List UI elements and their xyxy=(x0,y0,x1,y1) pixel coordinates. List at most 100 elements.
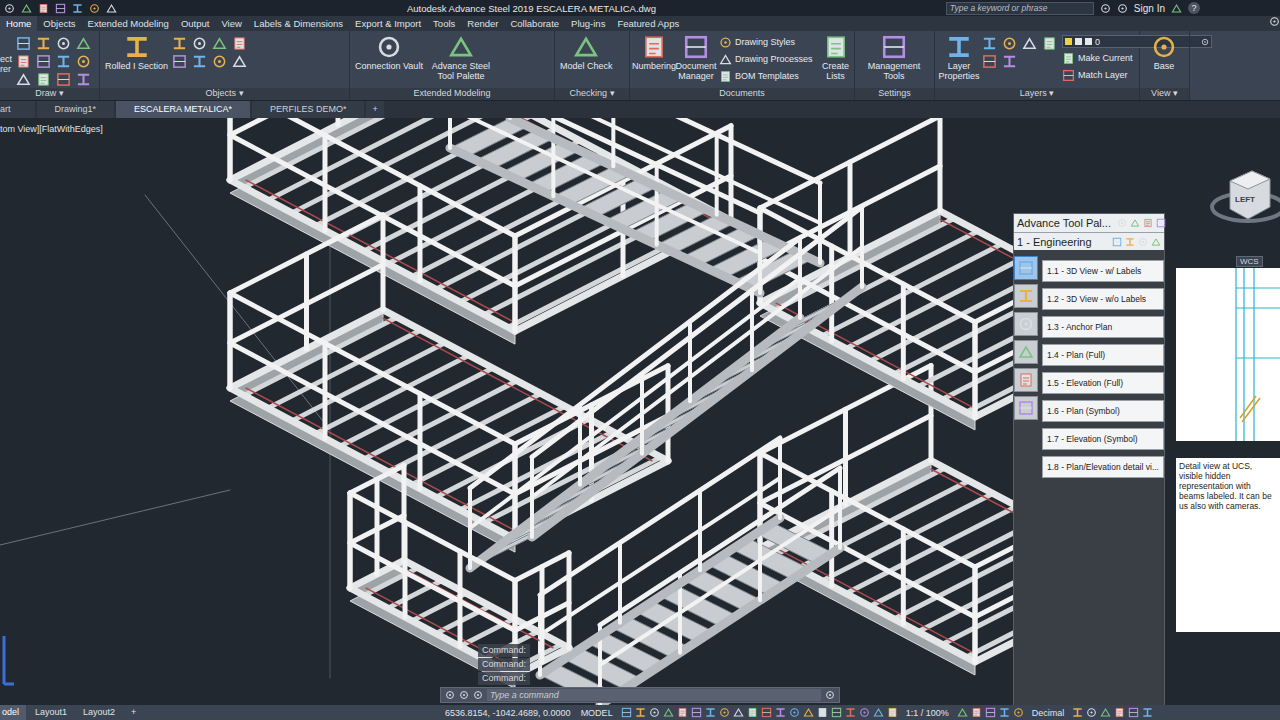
status-toggle-icon[interactable] xyxy=(887,707,898,718)
tool-icon[interactable] xyxy=(719,53,732,66)
status-toggle-icon[interactable] xyxy=(789,707,800,718)
status-toggle-icon[interactable] xyxy=(831,707,842,718)
search-field[interactable] xyxy=(946,2,1094,15)
quick-access-icon[interactable] xyxy=(106,3,117,14)
model-space-toggle[interactable]: MODEL xyxy=(576,708,618,718)
document-tab-label[interactable]: Drawing1* xyxy=(55,104,97,114)
palette-tab-icon[interactable] xyxy=(1018,344,1034,360)
ribbon-tab-label[interactable]: Output xyxy=(181,18,210,29)
palette-group-bar[interactable]: 1 - Engineering xyxy=(1014,232,1164,250)
ribbon-tab[interactable]: Plug-ins xyxy=(565,16,611,31)
ribbon-tab[interactable]: Export & Import xyxy=(349,16,427,31)
palette-tab-icon[interactable] xyxy=(1018,372,1034,388)
document-tab-label[interactable]: art xyxy=(0,104,11,114)
tool-icon[interactable] xyxy=(1062,52,1075,65)
draw-tool-icon[interactable] xyxy=(172,36,187,51)
palette-item[interactable]: 1.1 - 3D View - w/ Labels xyxy=(1042,260,1164,282)
draw-tool-icon[interactable] xyxy=(1022,36,1037,51)
palette-tab[interactable] xyxy=(1014,340,1038,364)
draw-tool-icon[interactable] xyxy=(212,36,227,51)
ribbon-group-label[interactable]: Settings xyxy=(855,88,934,100)
palette-control-icon[interactable] xyxy=(1112,237,1122,247)
palette-control-icon[interactable] xyxy=(1143,218,1153,228)
wrench-icon[interactable] xyxy=(459,690,469,700)
ribbon-button-label[interactable]: Rolled I Section xyxy=(105,61,168,71)
command-bar[interactable] xyxy=(440,687,840,703)
palette-item[interactable]: 1.3 - Anchor Plan xyxy=(1042,316,1164,338)
draw-tool-icon[interactable] xyxy=(76,72,91,87)
ribbon-tab-label[interactable]: Plug-ins xyxy=(571,18,605,29)
ribbon-tab-label[interactable]: View xyxy=(221,18,241,29)
status-tool-icon[interactable] xyxy=(985,707,996,718)
palette-control-icon[interactable] xyxy=(1156,218,1166,228)
tool-icon[interactable] xyxy=(124,34,150,60)
palette-tab-icon[interactable] xyxy=(1018,316,1034,332)
status-toggle-icon[interactable] xyxy=(733,707,744,718)
palette-item-label[interactable]: 1.7 - Elevation (Symbol) xyxy=(1047,434,1138,444)
status-tool-icon[interactable] xyxy=(1086,707,1097,718)
palette-title-bar[interactable]: Advance Tool Pal... xyxy=(1014,214,1164,232)
draw-tool-icon[interactable] xyxy=(56,36,71,51)
draw-tool-icon[interactable] xyxy=(232,36,247,51)
ribbon-tab-label[interactable]: Tools xyxy=(433,18,455,29)
close-icon[interactable] xyxy=(445,690,455,700)
palette-item[interactable]: 1.6 - Plan (Symbol) xyxy=(1042,400,1164,422)
quick-access-icon[interactable] xyxy=(89,3,100,14)
status-tool-icon[interactable] xyxy=(1142,707,1153,718)
tool-icon[interactable] xyxy=(1151,34,1177,60)
cut-button[interactable]: ectrer xyxy=(0,34,12,74)
view-cube-face[interactable]: LEFT xyxy=(1235,195,1255,204)
status-tool-icon[interactable] xyxy=(1100,707,1111,718)
ribbon-button[interactable]: Numbering xyxy=(635,34,673,71)
ribbon-group-label[interactable]: Extended Modeling xyxy=(350,88,554,100)
draw-tool-icon[interactable] xyxy=(192,54,207,69)
draw-tool-icon[interactable] xyxy=(76,54,91,69)
draw-tool-icon[interactable] xyxy=(16,54,31,69)
document-tab[interactable]: Drawing1* xyxy=(37,101,115,118)
ribbon-button[interactable]: Layer Properties xyxy=(940,34,978,81)
status-toggle-icon[interactable] xyxy=(859,707,870,718)
command-input[interactable] xyxy=(487,689,821,701)
palette-item-label[interactable]: 1.3 - Anchor Plan xyxy=(1047,322,1112,332)
ribbon-tab-label[interactable]: Export & Import xyxy=(355,18,421,29)
palette-control-icon[interactable] xyxy=(1130,218,1140,228)
status-toggle-icon[interactable] xyxy=(761,707,772,718)
palette-item-label[interactable]: 1.4 - Plan (Full) xyxy=(1047,350,1105,360)
model-viewport[interactable]: tom View][FlatWithEdges]LEFTWCSAdvance T… xyxy=(0,118,1280,705)
ribbon-tab[interactable]: Objects xyxy=(37,16,81,31)
wcs-menu[interactable]: WCS xyxy=(1236,256,1263,267)
group-expand-glyph[interactable]: ▾ xyxy=(239,88,244,98)
draw-tool-icon[interactable] xyxy=(56,54,71,69)
palette-tab[interactable] xyxy=(1014,396,1038,420)
cut-button-label[interactable]: ect xyxy=(0,54,12,64)
tool-icon[interactable] xyxy=(946,34,972,60)
ribbon-small-button[interactable]: Drawing Styles xyxy=(719,35,813,49)
status-toggle-icon[interactable] xyxy=(719,707,730,718)
ribbon-tab[interactable]: Labels & Dimensions xyxy=(248,16,349,31)
ribbon-small-label[interactable]: Drawing Processes xyxy=(735,54,813,64)
ribbon-small-button[interactable]: BOM Templates xyxy=(719,69,813,83)
status-tool-icon[interactable] xyxy=(999,707,1010,718)
palette-item-label[interactable]: 1.8 - Plan/Elevation detail vi... xyxy=(1047,462,1159,472)
quick-access-icon[interactable] xyxy=(21,3,32,14)
draw-tool-icon[interactable] xyxy=(1002,54,1017,69)
tool-palette[interactable]: Advance Tool Pal...1 - Engineering 1.1 - … xyxy=(1013,213,1165,705)
status-tool-icon[interactable] xyxy=(957,707,968,718)
ribbon-button-label[interactable]: Model Check xyxy=(560,61,613,71)
ribbon-button[interactable]: Management Tools xyxy=(860,34,928,81)
palette-item-label[interactable]: 1.1 - 3D View - w/ Labels xyxy=(1047,266,1141,276)
ribbon-small-button[interactable]: Drawing Processes xyxy=(719,52,813,66)
draw-tool-icon[interactable] xyxy=(982,54,997,69)
quick-access-icon[interactable] xyxy=(4,3,15,14)
view-cube[interactable]: LEFT xyxy=(1208,163,1280,243)
help-glyph[interactable]: ? xyxy=(1191,3,1196,13)
palette-item[interactable]: 1.2 - 3D View - w/o Labels xyxy=(1042,288,1164,310)
quick-access-icon[interactable] xyxy=(72,3,83,14)
status-tool-icon[interactable] xyxy=(1013,707,1024,718)
ribbon-tab-label[interactable]: Render xyxy=(467,18,498,29)
status-toggle-icon[interactable] xyxy=(663,707,674,718)
group-expand-glyph[interactable]: ▾ xyxy=(610,88,615,98)
palette-control-icon[interactable] xyxy=(1125,237,1135,247)
ribbon-tab-label[interactable]: Home xyxy=(6,18,31,29)
ribbon-group-label[interactable]: Checking ▾ xyxy=(555,88,629,100)
